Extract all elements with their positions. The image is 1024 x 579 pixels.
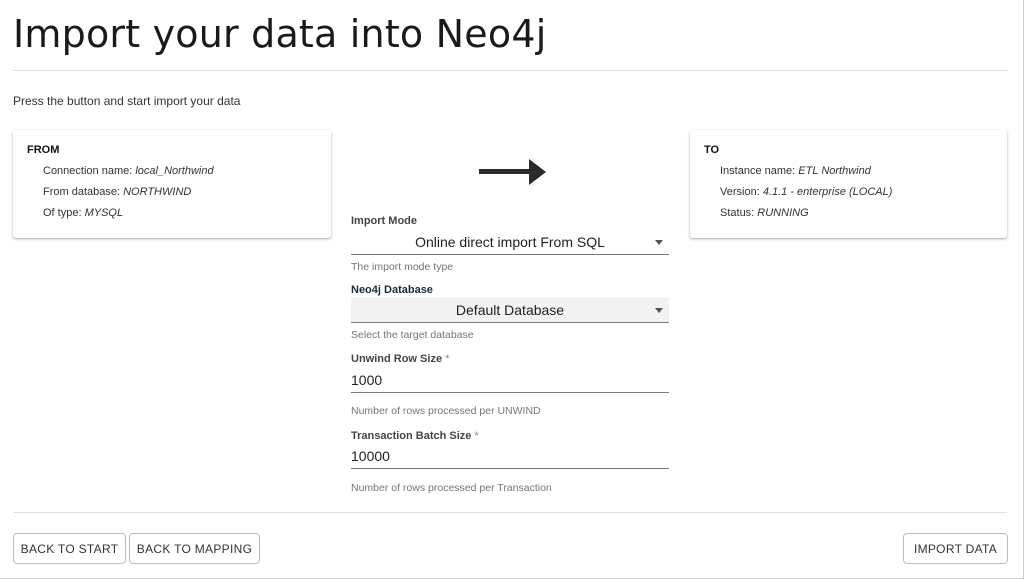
back-to-mapping-button[interactable]: BACK TO MAPPING (129, 533, 260, 564)
to-version-value: 4.1.1 - enterprise (LOCAL) (762, 186, 893, 198)
import-data-button[interactable]: IMPORT DATA (903, 533, 1008, 564)
from-type-line: Of type: MYSQL (43, 207, 123, 219)
footer-divider (13, 512, 1007, 513)
neo4j-database-value: Default Database (455, 301, 565, 318)
transaction-batch-size-label-text: Transaction Batch Size (351, 430, 472, 442)
neo4j-database-helper: Select the target database (351, 329, 474, 341)
to-card: TO Instance name: ETL Northwind Version:… (690, 130, 1007, 238)
neo4j-database-label: Neo4j Database (351, 284, 433, 296)
import-mode-label: Import Mode (351, 215, 417, 227)
import-mode-select[interactable]: Online direct import From SQL (351, 229, 669, 255)
from-database-line: From database: NORTHWIND (43, 186, 191, 198)
import-mode-helper: The import mode type (351, 261, 454, 273)
transaction-batch-size-helper: Number of rows processed per Transaction (351, 482, 552, 494)
from-connection-label: Connection name: (43, 165, 136, 177)
chevron-down-icon (655, 307, 663, 313)
arrow-right-icon (479, 159, 546, 185)
from-type-label: Of type: (43, 207, 85, 219)
unwind-row-size-label: Unwind Row Size * (351, 353, 449, 365)
chevron-down-icon (655, 239, 663, 245)
required-mark: * (474, 430, 479, 442)
to-status-value: RUNNING (757, 207, 809, 219)
from-connection-line: Connection name: local_Northwind (43, 165, 214, 177)
unwind-row-size-input[interactable]: 1000 (351, 367, 669, 393)
page-subtitle: Press the button and start import your d… (13, 94, 241, 108)
transaction-batch-size-label: Transaction Batch Size * (351, 430, 479, 442)
to-instance-value: ETL Northwind (798, 165, 871, 177)
from-database-label: From database: (43, 186, 124, 198)
transaction-batch-size-input[interactable]: 10000 (351, 443, 669, 469)
back-to-start-button[interactable]: BACK TO START (13, 533, 126, 564)
import-page: Import your data into Neo4j Press the bu… (0, 0, 1024, 579)
to-status-line: Status: RUNNING (720, 207, 809, 219)
to-version-label: Version: (720, 186, 763, 198)
to-version-line: Version: 4.1.1 - enterprise (LOCAL) (720, 186, 892, 198)
from-card-heading: FROM (27, 144, 60, 156)
to-status-label: Status: (720, 207, 758, 219)
page-title: Import your data into Neo4j (13, 12, 547, 56)
from-card: FROM Connection name: local_Northwind Fr… (13, 130, 331, 238)
header-divider (13, 70, 1007, 71)
from-database-value: NORTHWIND (123, 186, 192, 198)
to-instance-label: Instance name: (720, 165, 799, 177)
unwind-row-size-helper: Number of rows processed per UNWIND (351, 405, 541, 417)
to-card-heading: TO (704, 144, 720, 156)
neo4j-database-select[interactable]: Default Database (351, 297, 669, 323)
import-mode-value: Online direct import From SQL (415, 233, 605, 250)
unwind-row-size-label-text: Unwind Row Size (351, 353, 443, 365)
required-mark: * (445, 353, 450, 365)
to-instance-line: Instance name: ETL Northwind (720, 165, 871, 177)
from-connection-value: local_Northwind (135, 165, 214, 177)
from-type-value: MYSQL (84, 207, 124, 219)
